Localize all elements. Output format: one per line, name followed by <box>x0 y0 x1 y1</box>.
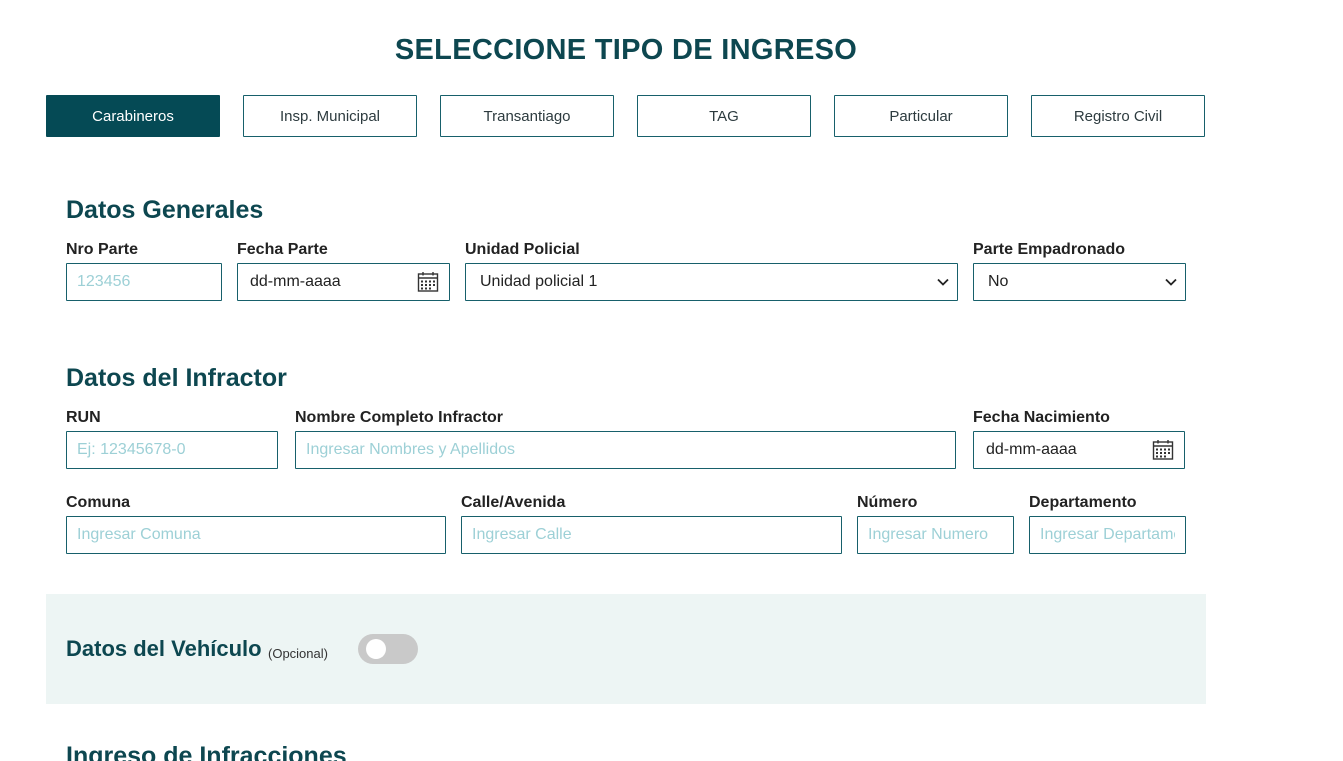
label-unidad-policial: Unidad Policial <box>465 241 580 258</box>
tab-transantiago[interactable]: Transantiago <box>440 95 614 137</box>
tab-insp-municipal[interactable]: Insp. Municipal <box>243 95 417 137</box>
section-title-datos-infractor: Datos del Infractor <box>66 364 287 392</box>
tab-tag[interactable]: TAG <box>637 95 811 137</box>
label-calle: Calle/Avenida <box>461 494 566 511</box>
label-fecha-nacimiento: Fecha Nacimiento <box>973 409 1110 426</box>
comuna-input[interactable] <box>66 516 446 554</box>
page-title: SELECCIONE TIPO DE INGRESO <box>394 34 858 66</box>
section-title-ingreso-infracciones: Ingreso de Infracciones <box>66 742 347 761</box>
chevron-down-icon <box>937 276 949 288</box>
toggle-knob <box>366 639 386 659</box>
nro-parte-input[interactable] <box>66 263 222 301</box>
vehicle-panel: Datos del Vehículo (Opcional) <box>46 594 1206 704</box>
section-title-datos-generales: Datos Generales <box>66 196 264 224</box>
label-comuna: Comuna <box>66 494 130 511</box>
unidad-policial-value: Unidad policial 1 <box>480 273 598 290</box>
fecha-parte-value: dd-mm-aaaa <box>250 273 341 290</box>
optional-note: (Opcional) <box>268 646 328 661</box>
run-input[interactable] <box>66 431 278 469</box>
label-numero: Número <box>857 494 918 511</box>
numero-input[interactable] <box>857 516 1014 554</box>
unidad-policial-select[interactable]: Unidad policial 1 <box>465 263 958 301</box>
page: SELECCIONE TIPO DE INGRESO Carabineros I… <box>0 0 1343 761</box>
label-nro-parte: Nro Parte <box>66 241 139 258</box>
calendar-icon[interactable] <box>1152 439 1174 461</box>
label-parte-empadronado: Parte Empadronado <box>973 241 1126 258</box>
nombre-completo-input[interactable] <box>295 431 956 469</box>
label-fecha-parte: Fecha Parte <box>237 241 328 258</box>
fecha-nacimiento-input[interactable]: dd-mm-aaaa <box>973 431 1185 469</box>
tab-particular[interactable]: Particular <box>834 95 1008 137</box>
vehicle-toggle[interactable] <box>358 634 418 664</box>
section-title-datos-vehiculo: Datos del Vehículo <box>66 636 262 661</box>
parte-empadronado-select[interactable]: No <box>973 263 1186 301</box>
calendar-icon[interactable] <box>417 271 439 293</box>
parte-empadronado-value: No <box>988 273 1009 290</box>
departamento-input[interactable] <box>1029 516 1186 554</box>
chevron-down-icon <box>1165 276 1177 288</box>
calle-input[interactable] <box>461 516 842 554</box>
label-departamento: Departamento <box>1029 494 1137 511</box>
tab-carabineros[interactable]: Carabineros <box>46 95 220 137</box>
label-nombre-completo: Nombre Completo Infractor <box>295 409 504 426</box>
tab-registro-civil[interactable]: Registro Civil <box>1031 95 1205 137</box>
fecha-parte-input[interactable]: dd-mm-aaaa <box>237 263 450 301</box>
label-run: RUN <box>66 409 101 426</box>
fecha-nacimiento-value: dd-mm-aaaa <box>986 441 1077 458</box>
